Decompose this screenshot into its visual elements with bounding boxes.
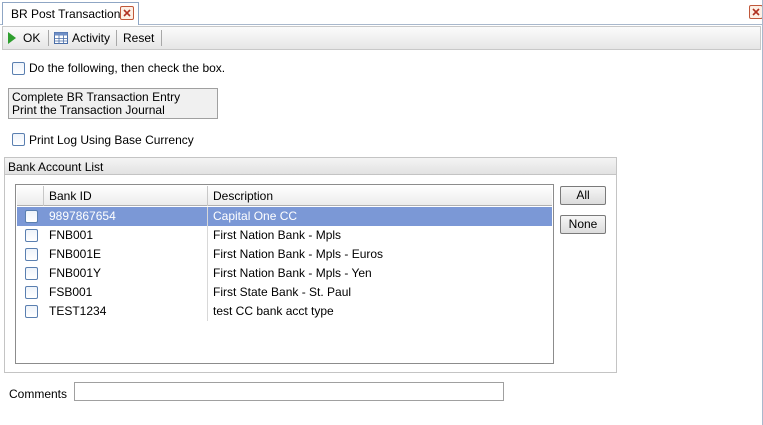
column-header-description[interactable]: Description — [208, 186, 552, 206]
bank-id-cell: FNB001 — [44, 226, 208, 245]
reset-button[interactable]: Reset — [123, 27, 154, 49]
bank-account-list-title: Bank Account List — [8, 160, 104, 174]
description-cell: First State Bank - St. Paul — [213, 285, 352, 299]
none-button[interactable]: None — [560, 215, 606, 234]
instruction-step: Print the Transaction Journal — [12, 103, 165, 117]
bank-id-cell: FNB001Y — [44, 264, 208, 283]
description-cell: First Nation Bank - Mpls — [213, 228, 342, 242]
table-row[interactable]: TEST1234 test CC bank acct type — [17, 302, 552, 321]
bank-id-cell: FNB001E — [44, 245, 208, 264]
table-row[interactable]: FNB001E First Nation Bank - Mpls - Euros — [17, 245, 552, 264]
do-following-checkbox[interactable] — [12, 62, 25, 75]
ok-button[interactable]: OK — [7, 27, 40, 49]
row-checkbox[interactable] — [25, 286, 38, 299]
comments-input[interactable] — [74, 382, 504, 401]
bank-account-grid: Bank ID Description 9897867654 Capital O… — [15, 184, 554, 364]
reset-label: Reset — [123, 31, 155, 45]
bank-id-cell: 9897867654 — [44, 207, 208, 226]
toolbar-separator — [161, 30, 162, 46]
row-checkbox[interactable] — [25, 267, 38, 280]
window-close-icon[interactable] — [749, 5, 763, 19]
ok-label: OK — [23, 31, 41, 45]
table-row[interactable]: FSB001 First State Bank - St. Paul — [17, 283, 552, 302]
bank-id-cell: FSB001 — [44, 283, 208, 302]
table-row[interactable]: FNB001Y First Nation Bank - Mpls - Yen — [17, 264, 552, 283]
comments-label: Comments — [9, 387, 68, 401]
bank-account-group-header: Bank Account List — [5, 158, 616, 175]
column-header-bank-id[interactable]: Bank ID — [44, 186, 208, 206]
print-log-checkbox[interactable] — [12, 133, 25, 146]
table-row[interactable]: 9897867654 Capital One CC — [17, 207, 552, 226]
grid-header: Bank ID Description — [17, 186, 552, 206]
description-cell: First Nation Bank - Mpls - Yen — [213, 266, 372, 280]
column-header-check[interactable] — [17, 186, 44, 206]
tab-br-post-transactions[interactable]: BR Post Transactions — [2, 2, 139, 25]
table-row[interactable]: FNB001 First Nation Bank - Mpls — [17, 226, 552, 245]
row-checkbox[interactable] — [25, 210, 38, 223]
do-following-label: Do the following, then check the box. — [29, 61, 226, 75]
tab-close-icon[interactable] — [120, 6, 134, 20]
description-cell: Capital One CC — [213, 209, 298, 223]
instruction-steps-box: Complete BR Transaction Entry Print the … — [8, 88, 218, 119]
print-log-label: Print Log Using Base Currency — [29, 133, 194, 147]
toolbar-separator — [48, 30, 49, 46]
play-arrow-icon — [8, 32, 16, 44]
description-cell: test CC bank acct type — [213, 304, 334, 318]
activity-label: Activity — [72, 31, 111, 45]
description-cell: First Nation Bank - Mpls - Euros — [213, 247, 384, 261]
tab-strip: BR Post Transactions — [0, 0, 763, 25]
tab-title: BR Post Transactions — [11, 7, 127, 21]
row-checkbox[interactable] — [25, 248, 38, 261]
toolbar: OK Activity Reset — [2, 26, 761, 50]
row-checkbox[interactable] — [25, 229, 38, 242]
toolbar-separator — [116, 30, 117, 46]
row-checkbox[interactable] — [25, 305, 38, 318]
activity-button[interactable]: Activity — [54, 27, 110, 49]
bank-id-cell: TEST1234 — [44, 302, 208, 321]
grid-table-icon — [54, 32, 68, 44]
all-button[interactable]: All — [560, 186, 606, 205]
